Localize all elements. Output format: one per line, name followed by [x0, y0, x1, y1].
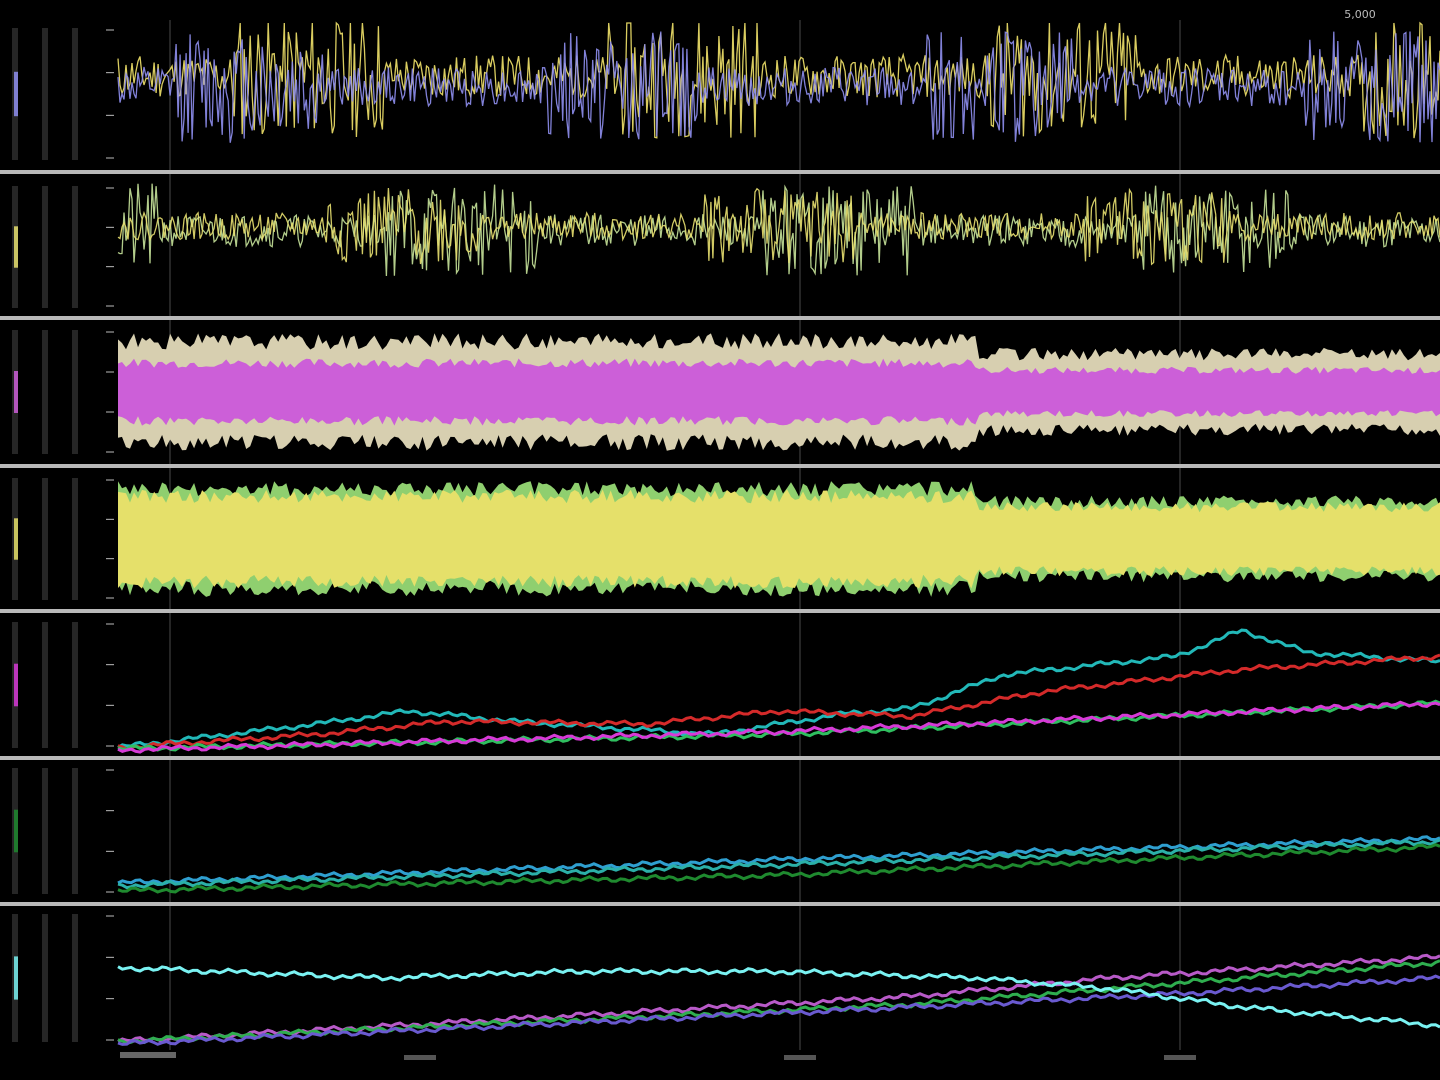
- panel-separator-3: [0, 464, 1440, 468]
- channel-color-key-1: [14, 71, 18, 117]
- channel-strip-7-3: [72, 914, 78, 1042]
- channel-strip-3-2: [42, 330, 48, 454]
- panel-separator-1: [0, 170, 1440, 174]
- channel-color-key-2: [14, 226, 18, 268]
- channel-color-key-5: [14, 663, 18, 707]
- time-tick-2: [784, 1055, 816, 1060]
- channel-strip-2-3: [72, 186, 78, 308]
- time-scroll-handle: [120, 1052, 176, 1058]
- channel-strip-3-3: [72, 330, 78, 454]
- time-tick-1: [404, 1055, 436, 1060]
- channel-strip-1-3: [72, 28, 78, 160]
- panel-separator-4: [0, 609, 1440, 613]
- channel-strip-5-3: [72, 622, 78, 748]
- channel-strip-2-2: [42, 186, 48, 308]
- panel-separator-2: [0, 316, 1440, 320]
- multi-panel-signal-chart: 5,000: [0, 0, 1440, 1080]
- channel-strip-6-3: [72, 768, 78, 894]
- channel-color-key-4: [14, 518, 18, 560]
- channel-strip-4-2: [42, 478, 48, 600]
- channel-strip-1-2: [42, 28, 48, 160]
- channel-strip-7-2: [42, 914, 48, 1042]
- panel-separator-6: [0, 902, 1440, 906]
- time-tick-3: [1164, 1055, 1196, 1060]
- top-right-label: 5,000: [1344, 8, 1376, 21]
- channel-strip-6-2: [42, 768, 48, 894]
- channel-color-key-6: [14, 809, 18, 853]
- channel-color-key-7: [14, 956, 18, 1000]
- channel-strip-5-2: [42, 622, 48, 748]
- channel-color-key-3: [14, 371, 18, 413]
- panel-separator-5: [0, 756, 1440, 760]
- channel-strip-4-3: [72, 478, 78, 600]
